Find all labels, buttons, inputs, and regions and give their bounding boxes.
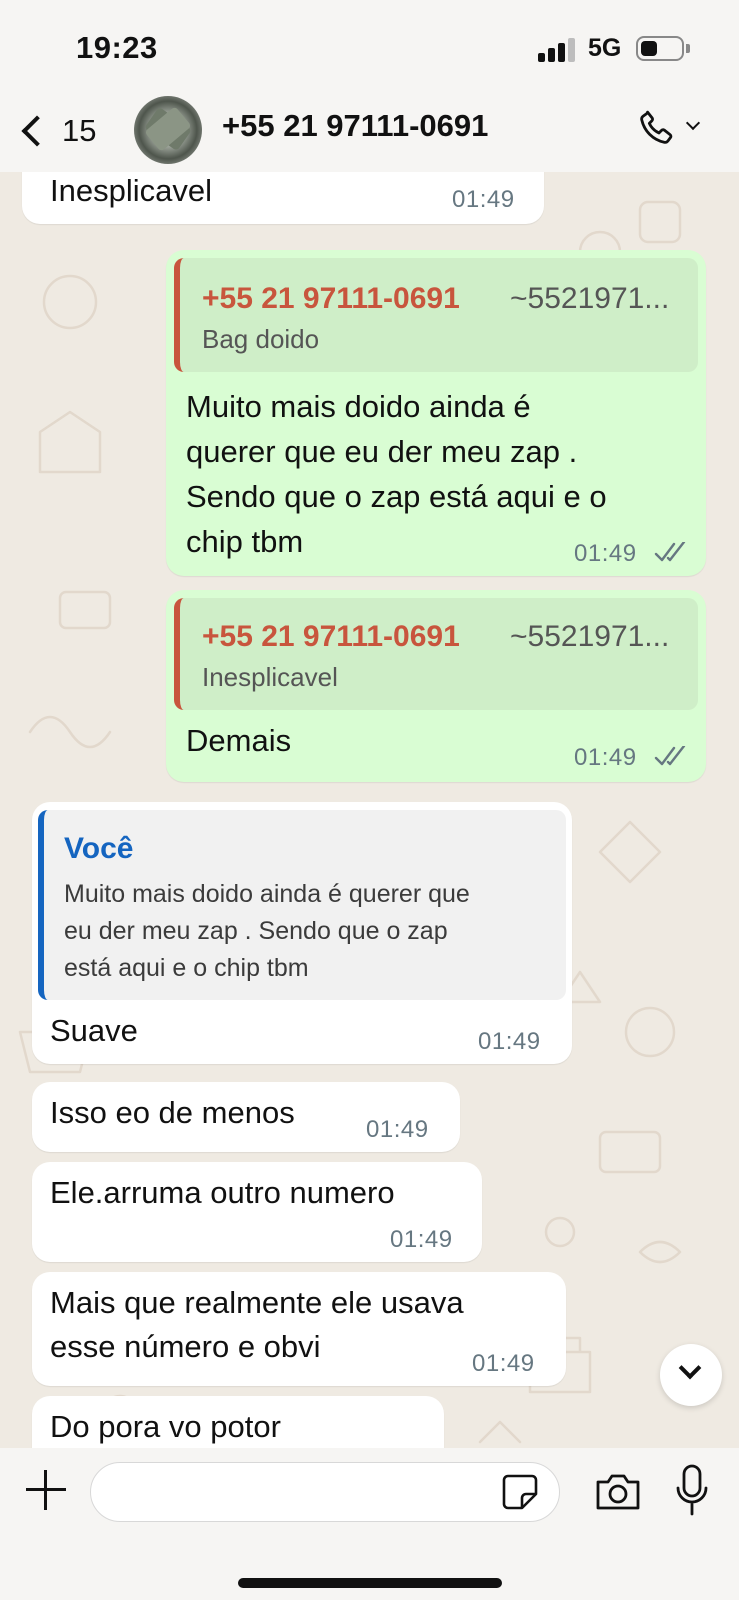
- message-time: 01:49: [472, 1350, 535, 1377]
- message-time: 01:49: [366, 1116, 429, 1143]
- battery-icon: [636, 36, 684, 61]
- battery-cap: [686, 44, 690, 53]
- message-line: Sendo que o zap está aqui e o: [186, 479, 607, 514]
- back-chevron-icon: [21, 115, 53, 147]
- quote-alias: ~5521971...: [510, 620, 670, 653]
- message-time: 01:49: [478, 1028, 541, 1055]
- scroll-down-button[interactable]: [660, 1344, 722, 1406]
- back-button[interactable]: 15: [14, 104, 114, 158]
- quoted-message[interactable]: +55 21 97111-0691 ~5521971... Inesplicav…: [174, 598, 698, 710]
- signal-icon: [538, 36, 578, 62]
- message-time: 01:49: [574, 744, 637, 771]
- message-bubble-outgoing[interactable]: +55 21 97111-0691 ~5521971... Inesplicav…: [166, 590, 706, 782]
- quote-author: +55 21 97111-0691: [202, 282, 460, 315]
- message-line: Mais que realmente ele usava: [50, 1285, 464, 1320]
- message-bubble-outgoing[interactable]: +55 21 97111-0691 ~5521971... Bag doido …: [166, 250, 706, 576]
- microphone-icon[interactable]: [674, 1464, 710, 1516]
- quote-alias: ~5521971...: [510, 282, 670, 315]
- call-button[interactable]: [636, 104, 706, 154]
- quote-author: +55 21 97111-0691: [202, 620, 460, 653]
- message-bubble-incoming[interactable]: Você Muito mais doido ainda é querer que…: [32, 802, 572, 1064]
- quote-line: Muito mais doido ainda é querer que: [64, 880, 470, 908]
- message-bubble-incoming[interactable]: Ele.arruma outro numero 01:49: [32, 1162, 482, 1262]
- message-time: 01:49: [390, 1226, 453, 1253]
- message-text: Suave: [50, 1013, 138, 1048]
- message-bubble-incoming[interactable]: Inesplicavel 01:49: [22, 172, 544, 224]
- phone-icon: [640, 110, 673, 144]
- message-text: Ele.arruma outro numero: [50, 1175, 395, 1210]
- message-text: Isso eo de menos: [50, 1095, 295, 1130]
- message-bubble-incoming[interactable]: Do pora vo potor: [32, 1396, 444, 1448]
- contact-name[interactable]: +55 21 97111-0691: [222, 108, 488, 144]
- sticker-icon[interactable]: [500, 1472, 540, 1512]
- message-time: 01:49: [574, 540, 637, 567]
- message-line: esse número e obvi: [50, 1329, 321, 1364]
- scroll-down-icon: [678, 1356, 702, 1380]
- quote-author: Você: [64, 832, 134, 865]
- chevron-down-icon: [685, 115, 701, 131]
- network-label: 5G: [588, 34, 622, 62]
- chat-header: 15 +55 21 97111-0691: [0, 96, 739, 172]
- quote-line: eu der meu zap . Sendo que o zap: [64, 917, 448, 945]
- message-text: Inesplicavel: [50, 173, 212, 208]
- home-indicator: [238, 1578, 502, 1588]
- message-bubble-incoming[interactable]: Isso eo de menos 01:49: [32, 1082, 460, 1152]
- quote-text: Inesplicavel: [202, 662, 338, 692]
- unread-count: 15: [62, 113, 97, 148]
- message-input[interactable]: [90, 1462, 560, 1522]
- message-composer: [0, 1448, 739, 1600]
- status-time: 19:23: [76, 30, 158, 65]
- quoted-message[interactable]: Você Muito mais doido ainda é querer que…: [38, 810, 566, 1000]
- message-time: 01:49: [452, 186, 515, 213]
- avatar[interactable]: [134, 96, 202, 164]
- chat-area[interactable]: Inesplicavel 01:49 +55 21 97111-0691 ~55…: [0, 172, 739, 1448]
- message-line: Muito mais doido ainda é: [186, 389, 531, 424]
- quote-text: Bag doido: [202, 324, 320, 354]
- quote-line: está aqui e o chip tbm: [64, 954, 309, 982]
- message-line: chip tbm: [186, 524, 304, 559]
- camera-icon[interactable]: [594, 1470, 642, 1514]
- status-bar: 19:23 5G: [0, 0, 739, 96]
- double-check-icon: [654, 542, 686, 562]
- message-text: Demais: [186, 723, 292, 758]
- message-line: querer que eu der meu zap .: [186, 434, 578, 469]
- plus-icon[interactable]: [26, 1470, 66, 1510]
- double-check-icon: [654, 746, 686, 766]
- message-bubble-incoming[interactable]: Mais que realmente ele usava esse número…: [32, 1272, 566, 1386]
- quoted-message[interactable]: +55 21 97111-0691 ~5521971... Bag doido: [174, 258, 698, 372]
- message-text: Do pora vo potor: [50, 1409, 281, 1444]
